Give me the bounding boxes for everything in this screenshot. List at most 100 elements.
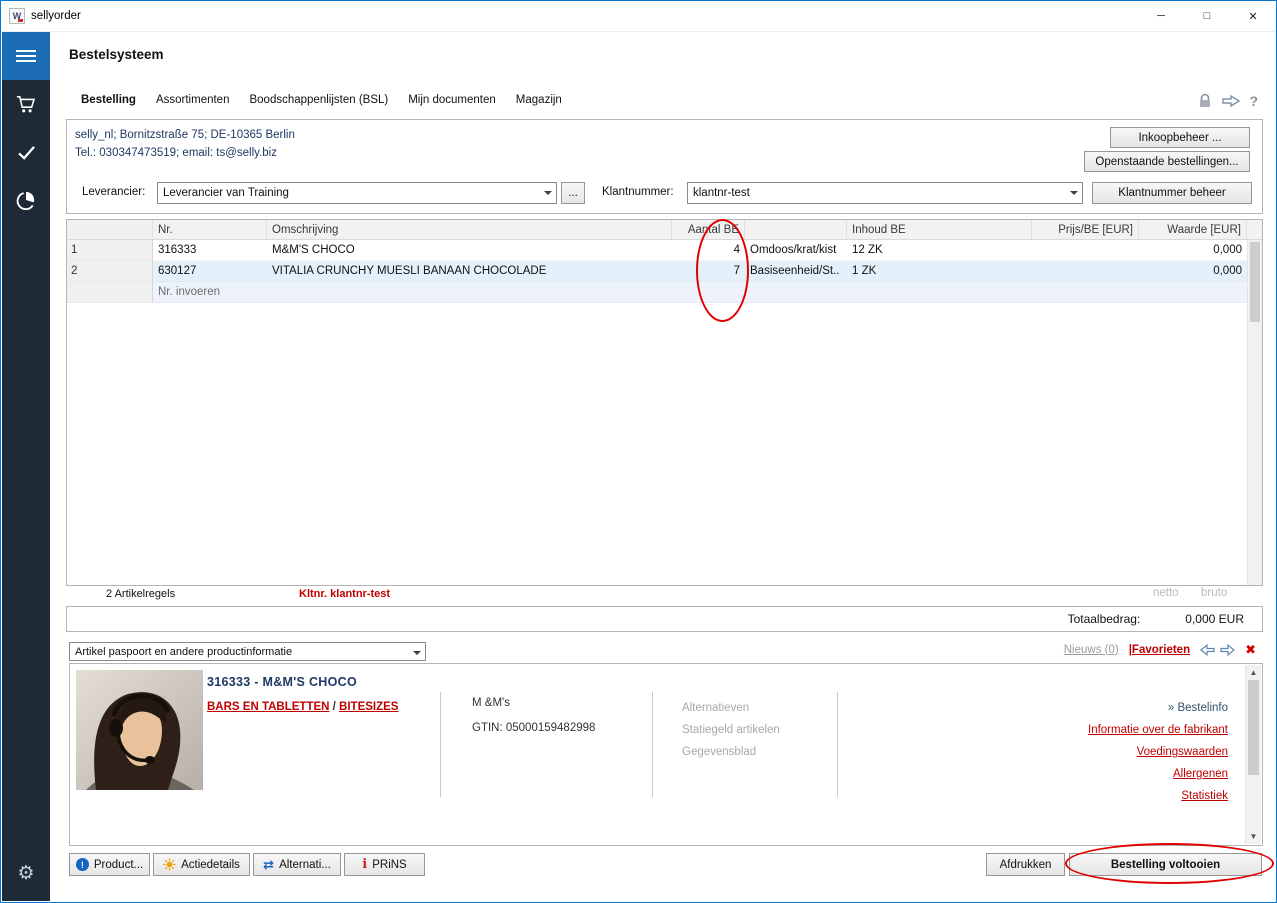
link-statistiek[interactable]: Statistiek [1088,785,1228,807]
inactive-link-gegevensblad: Gegevensblad [682,741,780,763]
app-window: W sellyorder ─ □ ✕ [0,0,1277,903]
product-panel: 316333 - M&M'S CHOCO BARS EN TABLETTEN /… [69,663,1263,846]
check-icon [17,145,36,160]
complete-order-button[interactable]: Bestelling voltooien [1069,853,1262,876]
link-bestelinfo[interactable]: » Bestelinfo [1088,697,1228,719]
cell-description: VITALIA CRUNCHY MUESLI BANAAN CHOCOLADE [267,261,672,282]
forward-arrow-icon[interactable] [1222,94,1240,108]
sidebar-item-statistics[interactable] [2,176,50,224]
sidebar-item-cart[interactable] [2,80,50,128]
action-details-button[interactable]: Actiedetails [153,853,250,876]
purchase-management-button[interactable]: Inkoopbeheer ... [1110,127,1250,148]
cell-description: M&M'S CHOCO [267,240,672,261]
tab-bestelling[interactable]: Bestelling [81,94,136,106]
alternatives-button[interactable]: ⇄ Alternati... [253,853,341,876]
row-index: 1 [67,240,153,261]
supplier-more-button[interactable]: ... [561,182,585,204]
product-gtin: GTIN: 05000159482998 [472,722,595,734]
cell-qty[interactable]: 7 [672,261,745,282]
product-info-select[interactable]: Artikel paspoort en andere productinform… [69,642,426,661]
sidebar: ⚙ [2,32,50,901]
cell-content: 1 ZK [847,261,1032,282]
minimize-button[interactable]: ─ [1138,1,1184,31]
customer-number-select[interactable]: klantnr-test [687,182,1083,204]
close-button[interactable]: ✕ [1230,1,1276,31]
account-box: selly_nl; Bornitzstraße 75; DE-10365 Ber… [66,119,1263,214]
pie-chart-icon [16,190,36,210]
sidebar-item-orders[interactable] [2,128,50,176]
column-header-price: Prijs/BE [EUR] [1032,220,1139,239]
bruto-label: bruto [1201,587,1227,599]
tab-bar: Bestelling Assortimenten Boodschappenlij… [81,94,562,106]
close-panel-icon[interactable]: ✖ [1245,643,1256,656]
category-separator: / [329,701,339,713]
tab-boodschappenlijsten[interactable]: Boodschappenlijsten (BSL) [249,94,388,106]
link-fabrikant-info[interactable]: Informatie over de fabrikant [1088,719,1228,741]
account-address: selly_nl; Bornitzstraße 75; DE-10365 Ber… [75,126,295,144]
print-button[interactable]: Afdrukken [986,853,1065,876]
history-nav [1200,644,1235,656]
link-allergenen[interactable]: Allergenen [1088,763,1228,785]
product-info-select-value: Artikel paspoort en andere productinform… [75,646,408,658]
open-orders-button[interactable]: Openstaande bestellingen... [1084,151,1250,172]
supplier-select-value: Leverancier van Training [163,187,539,199]
table-header-row: Nr. Omschrijving Aantal BE Inhoud BE Pri… [67,220,1262,240]
menu-button[interactable] [2,32,50,80]
product-brand: M &M's [472,697,510,709]
maximize-button[interactable]: □ [1184,1,1230,31]
cell-empty [745,282,847,303]
cell-content: 12 ZK [847,240,1032,261]
nav-back-icon[interactable] [1200,644,1215,656]
prins-button[interactable]: i PRiNS [344,853,425,876]
table-scrollbar[interactable] [1247,240,1262,585]
prins-icon: i [362,857,367,872]
favorites-link[interactable]: |Favorieten [1129,644,1190,656]
subcategory-link[interactable]: BITESIZES [339,701,398,713]
tab-assortimenten[interactable]: Assortimenten [156,94,230,106]
table-row[interactable]: 2 630127 VITALIA CRUNCHY MUESLI BANAAN C… [67,261,1262,282]
column-header-value: Waarde [EUR] [1139,220,1247,239]
product-button-label: Product... [94,859,143,871]
hamburger-icon [16,47,36,65]
column-header-unit [745,220,847,239]
nav-forward-icon[interactable] [1220,644,1235,656]
article-line-count: 2 Artikelregels [106,588,175,600]
panel-scrollbar-thumb[interactable] [1248,680,1259,775]
cell-unit: Basiseenheid/St.. [745,261,847,282]
cell-qty[interactable]: 4 [672,240,745,261]
scroll-up-icon[interactable]: ▲ [1246,665,1261,680]
table-row[interactable]: 1 316333 M&M'S CHOCO 4 Omdoos/krat/kist … [67,240,1262,261]
gear-icon: ⚙ [17,862,34,885]
inactive-link-statiegeld: Statiegeld artikelen [682,719,780,741]
scroll-down-icon[interactable]: ▼ [1246,829,1261,844]
panel-scrollbar[interactable]: ▲ ▼ [1245,665,1261,844]
sun-icon [163,858,176,871]
tab-magazijn[interactable]: Magazijn [516,94,562,106]
article-number-input[interactable]: Nr. invoeren [153,282,267,303]
cell-value: 0,000 [1139,240,1247,261]
table-scrollbar-thumb[interactable] [1250,242,1260,322]
category-link[interactable]: BARS EN TABLETTEN [207,701,329,713]
supplier-select[interactable]: Leverancier van Training [157,182,557,204]
lock-icon[interactable] [1197,93,1213,109]
cell-empty [267,282,672,303]
alternatives-label: Alternati... [279,859,331,871]
tab-bar-icons: ? [1197,93,1258,109]
window-controls: ─ □ ✕ [1138,1,1276,31]
order-table: Nr. Omschrijving Aantal BE Inhoud BE Pri… [66,219,1263,586]
cell-empty [672,282,745,303]
product-button[interactable]: ! Product... [69,853,150,876]
page-title: Bestelsysteem [69,47,164,62]
tab-mijn-documenten[interactable]: Mijn documenten [408,94,496,106]
help-icon[interactable]: ? [1249,93,1258,109]
sidebar-item-settings[interactable]: ⚙ [2,849,50,897]
entry-row[interactable]: Nr. invoeren [67,282,1262,303]
link-voedingswaarden[interactable]: Voedingswaarden [1088,741,1228,763]
chevron-down-icon [539,183,556,203]
product-info-links: Nieuws (0) |Favorieten ✖ [1064,643,1256,656]
cell-empty [1032,282,1139,303]
column-header-description: Omschrijving [267,220,672,239]
customer-number-manage-button[interactable]: Klantnummer beheer [1092,182,1252,204]
news-link[interactable]: Nieuws (0) [1064,644,1119,656]
chevron-down-icon [408,643,425,660]
